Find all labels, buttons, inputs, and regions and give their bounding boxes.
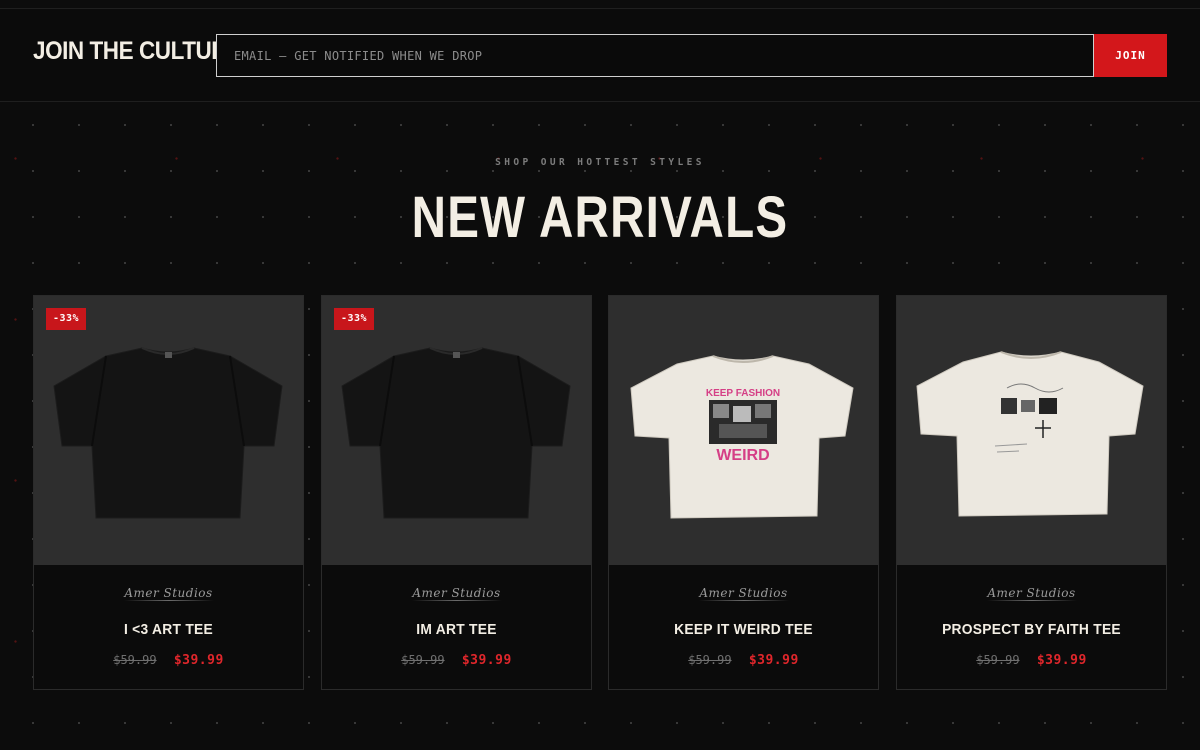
product-name[interactable]: IM ART TEE [333,621,580,638]
discount-badge: -33% [46,308,87,330]
brand-signature: Amer Studios [412,586,501,600]
product-card[interactable]: -33% Amer Studios I <3 ART TEE $59.99 $3… [33,295,304,690]
product-image[interactable]: -33% [322,296,591,565]
graphic-text-top: KEEP FASHION [706,388,780,399]
white-tshirt-graphic-image [916,351,1144,517]
product-name[interactable]: KEEP IT WEIRD TEE [620,621,867,638]
newsletter-bar: JOIN THE CULTURE JOIN [0,8,1200,102]
original-price: $59.99 [401,653,445,667]
product-image[interactable] [897,296,1166,565]
email-input[interactable] [216,34,1094,77]
original-price: $59.99 [976,653,1020,667]
original-price: $59.99 [688,653,732,667]
brand-signature: Amer Studios [124,586,213,600]
sale-price: $39.99 [173,653,224,668]
price-row: $59.99 $39.99 [897,653,1166,668]
product-card[interactable]: KEEP FASHION WEIRD Amer Studios KEEP IT … [608,295,879,690]
signature-underline [412,600,502,601]
signature-underline [699,600,789,601]
product-image[interactable]: KEEP FASHION WEIRD [609,296,878,565]
original-price: $59.99 [113,653,157,667]
signature-underline [124,600,214,601]
brand-signature: Amer Studios [987,586,1076,600]
section-title: NEW ARRIVALS [411,185,789,250]
price-row: $59.99 $39.99 [609,653,878,668]
graphic-text-bottom: WEIRD [716,447,769,464]
price-row: $59.99 $39.99 [34,653,303,668]
sale-price: $39.99 [748,653,799,668]
product-name[interactable]: I <3 ART TEE [45,621,292,638]
black-tshirt-image [341,347,571,519]
section-eyebrow: SHOP OUR HOTTEST STYLES [495,157,705,168]
brand-signature: Amer Studios [699,586,788,600]
newsletter-title: JOIN THE CULTURE [33,37,242,65]
black-tshirt-image [53,347,283,519]
price-row: $59.99 $39.99 [322,653,591,668]
product-card[interactable]: -33% Amer Studios IM ART TEE $59.99 $39.… [321,295,592,690]
join-button[interactable]: JOIN [1094,34,1167,77]
signature-underline [987,600,1077,601]
white-tshirt-keep-fashion-weird-image: KEEP FASHION WEIRD [630,355,854,519]
sale-price: $39.99 [1036,653,1087,668]
sale-price: $39.99 [461,653,512,668]
discount-badge: -33% [334,308,375,330]
product-image[interactable]: -33% [34,296,303,565]
product-card[interactable]: Amer Studios PROSPECT BY FAITH TEE $59.9… [896,295,1167,690]
product-name[interactable]: PROSPECT BY FAITH TEE [908,621,1155,638]
